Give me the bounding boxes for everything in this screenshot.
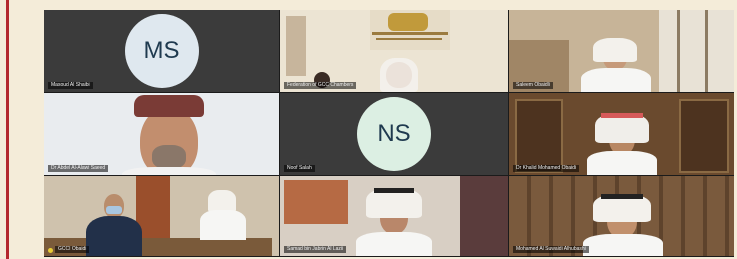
avatar-initials: MS [143, 37, 180, 64]
person-headwear [380, 58, 418, 92]
avatar: NS [357, 97, 431, 171]
person-cap [134, 95, 204, 117]
bookcase [515, 99, 563, 173]
person-beard [152, 145, 186, 169]
person-thobe [581, 68, 651, 92]
person-agal [601, 194, 643, 199]
flag [286, 16, 306, 76]
person-thobe [587, 151, 657, 175]
video-grid: MS Masoud Al Shaibi Federation of GCC Ch… [44, 10, 734, 257]
participant-name: Masoud Al Shaibi [48, 82, 93, 89]
person-thobe [356, 232, 432, 256]
person-thobe [583, 234, 663, 256]
avatar: MS [124, 14, 199, 88]
avatar-initials: NS [377, 120, 411, 147]
window [659, 10, 734, 92]
participant-name: Samad bin Jabrin Al Lazii [284, 246, 347, 253]
participant-tile[interactable]: Dr Abdel Al-Alawi Saeed [44, 93, 279, 175]
participant-tile[interactable]: Saleem Obaidli [509, 10, 734, 92]
person-shirt [122, 167, 216, 175]
participant-tile[interactable]: Mohamed Al Suwaidi Alhubashi [509, 176, 734, 256]
participant-name: Dr Abdel Al-Alawi Saeed [48, 165, 109, 172]
participant-name: Dr Khalid Mohamed Obaidi [513, 165, 580, 172]
window-frame [677, 10, 680, 92]
participant-name: Mohamed Al Suwaidi Alhubashi [513, 246, 589, 253]
painting [284, 180, 348, 224]
participant-name: Noof Salah [284, 165, 315, 172]
person-headwear [593, 38, 637, 62]
participant-tile[interactable]: Samad bin Jabrin Al Lazii [280, 176, 508, 256]
sign-text [372, 32, 448, 35]
sign-text [376, 38, 442, 40]
participant-tile[interactable]: NS Noof Salah [280, 93, 508, 175]
bookcase [679, 99, 729, 173]
participant-tile[interactable]: GCCI Obaidi [44, 176, 279, 256]
participant-name: GCCI Obaidi [55, 246, 90, 253]
person-thobe [200, 210, 246, 240]
participant-tile[interactable]: Dr Khalid Mohamed Obaidi [509, 93, 734, 175]
person-suit [86, 216, 142, 256]
curtain [460, 176, 508, 256]
window-frame [705, 10, 708, 92]
person-headwear [208, 190, 236, 212]
person-agal [601, 113, 643, 118]
accent-rule [6, 0, 9, 259]
participant-name: Federation of GCC Chambers [284, 82, 357, 89]
microphone-icon [48, 248, 53, 253]
participant-name: Saleem Obaidli [513, 82, 553, 89]
participant-tile[interactable]: Federation of GCC Chambers [280, 10, 508, 92]
emblem [388, 13, 428, 31]
participant-tile[interactable]: MS Masoud Al Shaibi [44, 10, 279, 92]
person-agal [374, 188, 414, 193]
person-mask [106, 206, 122, 214]
